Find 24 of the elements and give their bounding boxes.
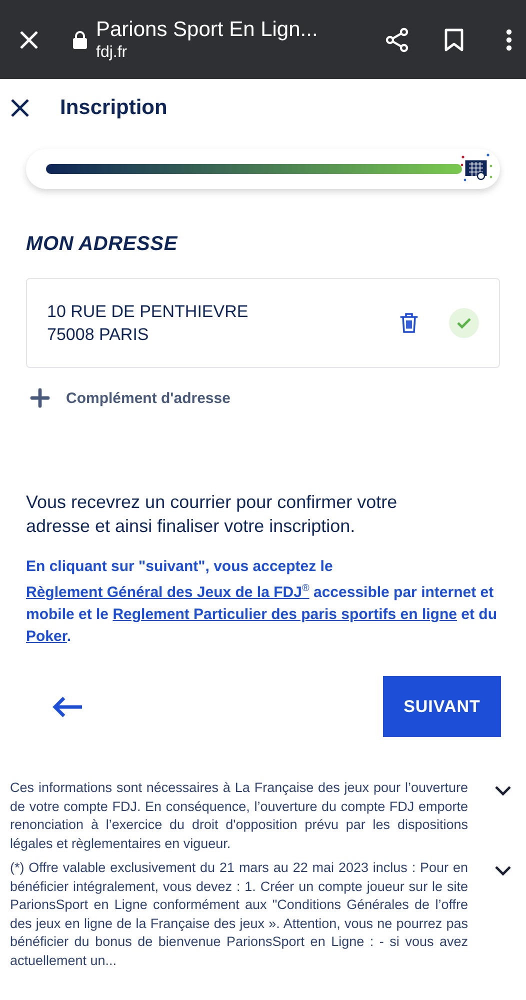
info-text: Vous recevrez un courrier pour confirmer votre adresse et ainsi finaliser votre inscription. bbox=[26, 491, 398, 538]
page-heading: Inscription bbox=[60, 96, 168, 120]
next-button[interactable]: SUIVANT bbox=[383, 676, 501, 737]
page-domain: fdj.fr bbox=[96, 42, 128, 62]
share-icon[interactable] bbox=[384, 26, 410, 52]
footnote-text: Ces informations sont nécessaires à La Française des jeux pour l’ouverture de votre compte FDJ. En conséquence, l’ouverture du compte FDJ emporte renonciation à l’exercice du droit d'opposition prévu par les dispositions légales et règlementaires en vigueur. bbox=[10, 779, 468, 853]
address-line: 75008 PARIS bbox=[47, 324, 150, 346]
lock-icon bbox=[72, 30, 88, 50]
footnote-text: (*) Offre valable exclusivement du 21 mars au 22 mai 2023 inclus : Pour en bénéficier intégralement, vous devez : 1. Créer un compte joueur sur le site ParionsSport en Ligne conformément aux "Conditions Générales de l’offre des jeux en ligne de la Française des jeux ». Attention, vous ne pourrez pas bénéficier du bonus de bienvenue ParionsSport en Ligne : - si vous avez actuellement un... bbox=[10, 859, 468, 970]
close-icon[interactable] bbox=[10, 98, 30, 118]
chevron-icon[interactable] bbox=[494, 785, 512, 796]
terms-link[interactable]: Règlement Général des Jeux de la FDJ$^{®}$ bbox=[26, 584, 310, 601]
terms-link[interactable]: Poker bbox=[26, 628, 67, 645]
terms-text: En cliquant sur "suivant", vous acceptez le Règlement Général des Jeux de la FDJ$^{®}$ accessible par internet et mobile et le Reglement Particulier des paris sportifs en ligne et du Poker. bbox=[26, 557, 498, 647]
bookmark-icon[interactable] bbox=[444, 28, 464, 52]
trash-icon[interactable] bbox=[399, 312, 419, 334]
terms-link[interactable]: Reglement Particulier des paris sportifs en ligne bbox=[112, 606, 457, 623]
add-complement-button[interactable]: Complément d'adresse bbox=[30, 388, 230, 408]
section-title: MON ADRESSE bbox=[26, 233, 179, 256]
address-line: 10 RUE DE PENTHIEVRE bbox=[47, 301, 250, 323]
page-title: Parions Sport En Lign... bbox=[96, 16, 319, 42]
more-icon[interactable] bbox=[506, 28, 512, 50]
plus-icon bbox=[30, 388, 50, 408]
chevron-icon[interactable] bbox=[494, 865, 512, 876]
